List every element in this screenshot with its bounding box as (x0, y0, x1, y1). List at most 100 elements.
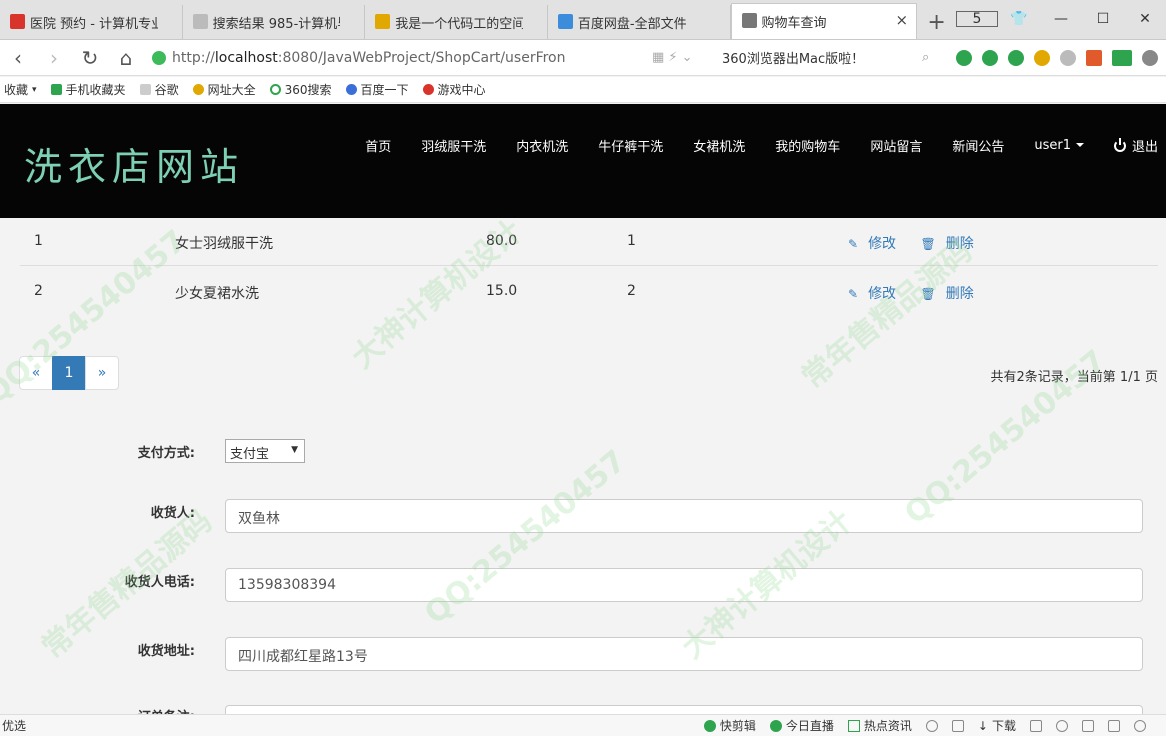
chevron-down-icon: ▾ (32, 84, 37, 95)
product-name: 女士羽绒服干洗 (175, 236, 273, 252)
nav-messages[interactable]: 网站留言 (855, 136, 937, 155)
minimize-icon[interactable]: — (1040, 11, 1082, 27)
sound-icon[interactable] (1108, 719, 1120, 732)
bookmark-google[interactable]: 谷歌 (139, 81, 179, 98)
status-hot-news[interactable]: 热点资讯 (847, 717, 912, 734)
back-icon[interactable]: ‹ (0, 46, 36, 70)
promo-text[interactable]: 360浏览器出Mac版啦！ (722, 48, 922, 67)
pencil-icon: ✎ (848, 237, 859, 251)
maximize-icon[interactable]: ☐ (1082, 11, 1124, 27)
url-input[interactable]: http://localhost:8080/JavaWebProject/Sho… (152, 44, 652, 72)
shirt-icon[interactable]: 👕 (998, 11, 1040, 27)
apps-icon[interactable] (1086, 49, 1102, 66)
page-prev-button[interactable]: « (19, 356, 53, 390)
browser-status-bar: 优选 快剪辑 今日直播 热点资讯 ↓ 下载 (0, 714, 1166, 736)
bookmarks-bar: 收藏 ▾ 手机收藏夹 谷歌 网址大全 360搜索 百度一下 游戏中心 (0, 77, 1166, 103)
bookmark-360-search[interactable]: 360搜索 (269, 81, 332, 98)
close-window-icon[interactable]: ✕ (1124, 11, 1166, 27)
tab-count-button[interactable]: 5 (956, 11, 999, 27)
star-icon (192, 84, 204, 95)
browser-icon[interactable] (1056, 719, 1068, 732)
nav-underwear-wash[interactable]: 内衣机洗 (501, 136, 583, 155)
reload-icon[interactable]: ↻ (72, 46, 108, 70)
nav-my-cart[interactable]: 我的购物车 (760, 136, 855, 155)
tab-favicon-icon (557, 14, 573, 29)
coin-icon[interactable] (1034, 49, 1050, 66)
refresh-icon[interactable] (925, 719, 938, 732)
tab-favicon-icon (10, 14, 25, 29)
reader-icon[interactable] (956, 49, 972, 66)
bookmark-baidu[interactable]: 百度一下 (345, 81, 409, 98)
bookmark-favorites[interactable]: 收藏 ▾ (4, 81, 37, 98)
receiver-label: 收货人: (150, 506, 195, 521)
undo-icon[interactable] (1142, 49, 1158, 66)
game-icon[interactable] (1060, 49, 1076, 66)
pagination: « 1 » (19, 356, 119, 390)
page-icon (139, 84, 151, 95)
nav-jeans-dryclean[interactable]: 牛仔裤干洗 (583, 136, 678, 155)
status-live[interactable]: 今日直播 (769, 717, 834, 734)
nav-news[interactable]: 新闻公告 (937, 136, 1019, 155)
nav-logout[interactable]: 退出 (1099, 136, 1166, 155)
translate-icon[interactable] (1008, 49, 1024, 66)
site-logo[interactable]: 洗衣店网站 (24, 136, 244, 191)
nav-user-menu[interactable]: user1 (1019, 138, 1099, 153)
row-number: 1 (34, 233, 43, 249)
tab-close-icon[interactable]: × (895, 11, 908, 29)
browser-tab-3[interactable]: 我是一个代码工的空间 (365, 5, 548, 39)
trash-icon: 🗑 (920, 287, 936, 301)
status-preferred[interactable]: 优选 (2, 717, 26, 734)
nav-down-dryclean[interactable]: 羽绒服干洗 (406, 136, 501, 155)
address-input[interactable]: 四川成都红星路13号 (225, 637, 1143, 671)
status-quick-edit[interactable]: 快剪辑 (703, 717, 756, 734)
page-next-button[interactable]: » (85, 356, 119, 390)
edit-link[interactable]: ✎ 修改 (848, 236, 906, 252)
forward-icon[interactable]: › (36, 46, 72, 70)
address-bar: ‹ › ↻ ⌂ http://localhost:8080/JavaWebPro… (0, 40, 1166, 76)
payment-select[interactable]: 支付宝 ▼ (225, 439, 305, 463)
window-icon[interactable] (1082, 719, 1094, 732)
pencil-icon: ✎ (848, 287, 859, 301)
edit-link[interactable]: ✎ 修改 (848, 286, 906, 302)
phone-icon (50, 84, 62, 95)
product-quantity: 2 (627, 283, 636, 299)
pagination-info: 共有2条记录，当前第 1/1 页 (990, 370, 1158, 385)
site-header: 洗衣店网站 首页 羽绒服干洗 内衣机洗 牛仔裤干洗 女裙机洗 我的购物车 网站留… (0, 104, 1166, 218)
row-number: 2 (34, 283, 43, 299)
url-tools-icon[interactable]: ▦ ⚡ ⌄ (652, 50, 722, 65)
bookmark-games[interactable]: 游戏中心 (422, 81, 486, 98)
home-icon[interactable]: ⌂ (108, 46, 144, 70)
phone-input[interactable]: 13598308394 (225, 568, 1143, 602)
scissors-icon[interactable] (982, 49, 998, 66)
row-actions: ✎ 修改 🗑 删除 (848, 233, 994, 253)
status-download[interactable]: ↓ 下载 (978, 717, 1016, 734)
browser-tab-4[interactable]: 百度网盘-全部文件 (548, 5, 731, 39)
browser-tab-5-active[interactable]: 购物车查询 × (730, 3, 918, 39)
nav-home[interactable]: 首页 (350, 136, 406, 155)
battery-icon[interactable] (1112, 49, 1132, 66)
download-icon: ↓ (977, 718, 988, 733)
secure-icon (152, 50, 166, 65)
page-1-button[interactable]: 1 (52, 356, 86, 390)
receiver-input[interactable]: 双鱼林 (225, 499, 1143, 533)
browser-tab-2[interactable]: 搜索结果 985-计算机毕业 (183, 5, 366, 39)
screenshot-icon[interactable] (1030, 719, 1042, 732)
main-nav: 首页 羽绒服干洗 内衣机洗 牛仔裤干洗 女裙机洗 我的购物车 网站留言 新闻公告… (350, 104, 1166, 186)
zoom-icon[interactable] (1134, 719, 1146, 732)
gamepad-icon (422, 84, 434, 95)
delete-link[interactable]: 🗑 删除 (921, 236, 984, 252)
delete-link[interactable]: 🗑 删除 (921, 286, 984, 302)
payment-label: 支付方式: (137, 446, 195, 461)
nav-skirt-wash[interactable]: 女裙机洗 (678, 136, 760, 155)
tab-favicon-icon (741, 13, 757, 28)
bookmark-hao[interactable]: 网址大全 (192, 81, 256, 98)
pin-icon[interactable] (951, 719, 964, 732)
paw-icon (345, 84, 357, 95)
trash-icon: 🗑 (920, 237, 936, 251)
browser-tab-1[interactable]: 医院 预约 - 计算机专业 (0, 5, 183, 39)
window-controls: 5 👕 — ☐ ✕ (956, 0, 1166, 39)
bookmark-mobile[interactable]: 手机收藏夹 (50, 81, 126, 98)
dropdown-arrow-icon: ▼ (291, 445, 298, 455)
new-tab-button[interactable]: + (917, 5, 956, 39)
search-icon[interactable]: ⌕ (922, 50, 946, 65)
